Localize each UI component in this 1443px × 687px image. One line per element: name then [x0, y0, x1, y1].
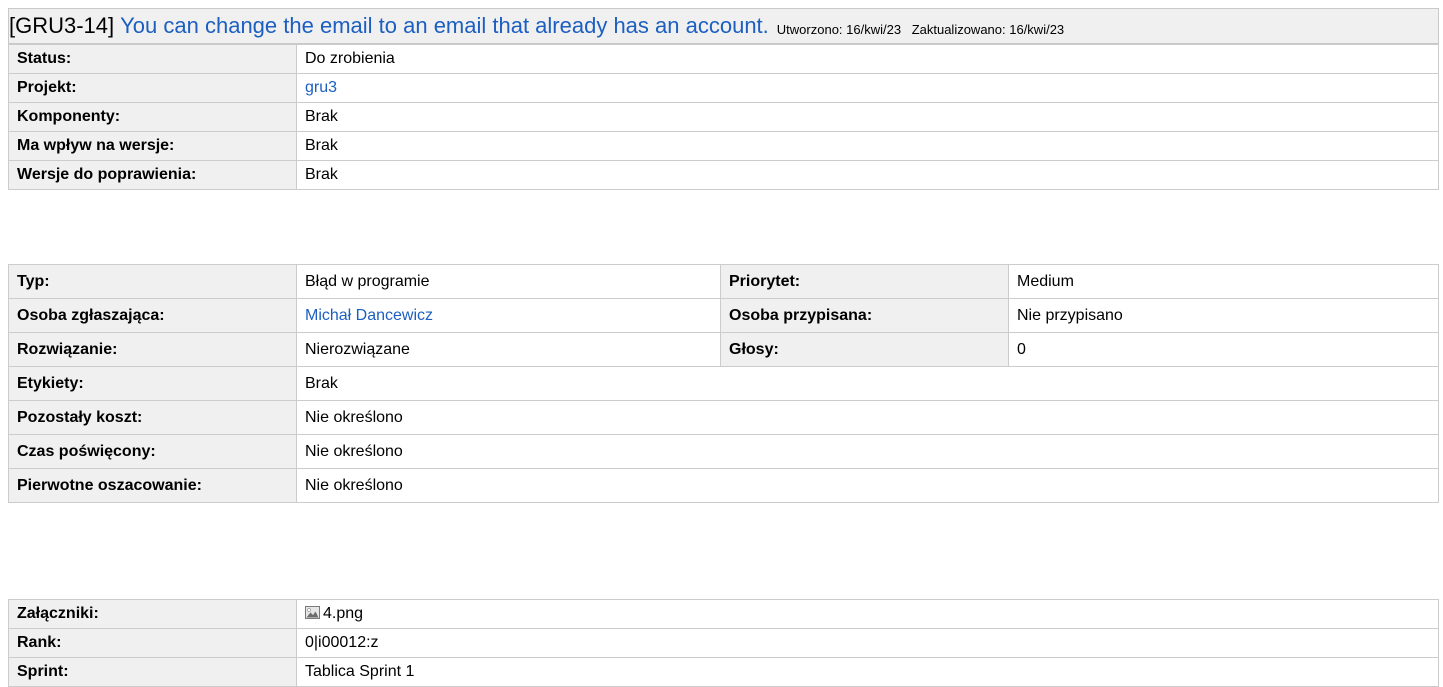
field-row-labels: Etykiety: Brak	[8, 366, 1439, 401]
field-row-project: Projekt: gru3	[8, 73, 1439, 103]
type-value: Błąd w programie	[296, 264, 721, 299]
field-row-attachments: Załączniki: 4.png	[8, 599, 1439, 629]
field-label: Osoba zgłaszająca:	[8, 298, 297, 333]
field-label: Rank:	[8, 628, 297, 658]
reporter-cell: Michał Dancewicz	[296, 298, 721, 333]
issue-page: [GRU3-14] You can change the email to an…	[0, 0, 1443, 687]
field-row-affects-versions: Ma wpływ na wersje: Brak	[8, 131, 1439, 161]
field-label: Typ:	[8, 264, 297, 299]
field-row-sprint: Sprint: Tablica Sprint 1	[8, 657, 1439, 687]
field-label: Rozwiązanie:	[8, 332, 297, 367]
project-link[interactable]: gru3	[305, 79, 337, 96]
main-fields-table: Status: Do zrobienia Projekt: gru3 Kompo…	[8, 44, 1439, 190]
attachment-link[interactable]: 4.png	[323, 605, 363, 622]
issue-dates: Utworzono: 16/kwi/23 Zaktualizowano: 16/…	[777, 22, 1064, 37]
field-label: Wersje do poprawienia:	[8, 160, 297, 190]
components-value: Brak	[296, 102, 1439, 132]
remaining-estimate-value: Nie określono	[296, 400, 1439, 435]
field-label: Czas poświęcony:	[8, 434, 297, 469]
field-row-time-spent: Czas poświęcony: Nie określono	[8, 434, 1439, 469]
updated-date: Zaktualizowano: 16/kwi/23	[911, 21, 1065, 37]
status-value: Do zrobienia	[296, 44, 1439, 74]
priority-value: Medium	[1008, 264, 1439, 299]
field-label: Komponenty:	[8, 102, 297, 132]
field-label: Głosy:	[720, 332, 1009, 367]
issue-key: [GRU3-14]	[9, 13, 115, 38]
field-row-fix-versions: Wersje do poprawienia: Brak	[8, 160, 1439, 190]
field-label: Etykiety:	[8, 366, 297, 401]
field-label: Sprint:	[8, 657, 297, 687]
field-label: Pierwotne oszacowanie:	[8, 468, 297, 503]
attachments-cell: 4.png	[296, 599, 1439, 629]
resolution-value: Nierozwiązane	[296, 332, 721, 367]
field-row-status: Status: Do zrobienia	[8, 44, 1439, 74]
project-cell: gru3	[296, 73, 1439, 103]
field-label: Osoba przypisana:	[720, 298, 1009, 333]
labels-value: Brak	[296, 366, 1439, 401]
field-row-components: Komponenty: Brak	[8, 102, 1439, 132]
field-label: Status:	[8, 44, 297, 74]
details-table: Typ: Błąd w programie Priorytet: Medium …	[8, 264, 1439, 503]
rank-value: 0|i00012:z	[296, 628, 1439, 658]
reporter-link[interactable]: Michał Dancewicz	[305, 307, 433, 324]
image-icon	[305, 606, 320, 619]
extra-fields-table: Załączniki: 4.png Rank: 0|i00012:z Sprin…	[8, 599, 1439, 687]
field-row-resolution-votes: Rozwiązanie: Nierozwiązane Głosy: 0	[8, 332, 1439, 367]
sprint-value: Tablica Sprint 1	[296, 657, 1439, 687]
original-estimate-value: Nie określono	[296, 468, 1439, 503]
field-label: Pozostały koszt:	[8, 400, 297, 435]
field-row-original-estimate: Pierwotne oszacowanie: Nie określono	[8, 468, 1439, 503]
field-label: Projekt:	[8, 73, 297, 103]
field-label: Priorytet:	[720, 264, 1009, 299]
assignee-value: Nie przypisano	[1008, 298, 1439, 333]
field-row-type-priority: Typ: Błąd w programie Priorytet: Medium	[8, 264, 1439, 299]
created-date: Utworzono: 16/kwi/23	[776, 21, 902, 37]
field-row-remaining-estimate: Pozostały koszt: Nie określono	[8, 400, 1439, 435]
issue-summary-link[interactable]: You can change the email to an email tha…	[120, 13, 769, 39]
field-row-reporter-assignee: Osoba zgłaszająca: Michał Dancewicz Osob…	[8, 298, 1439, 333]
time-spent-value: Nie określono	[296, 434, 1439, 469]
field-label: Załączniki:	[8, 599, 297, 629]
votes-value: 0	[1008, 332, 1439, 367]
field-row-rank: Rank: 0|i00012:z	[8, 628, 1439, 658]
fix-versions-value: Brak	[296, 160, 1439, 190]
issue-header: [GRU3-14] You can change the email to an…	[8, 8, 1439, 44]
field-label: Ma wpływ na wersje:	[8, 131, 297, 161]
affects-versions-value: Brak	[296, 131, 1439, 161]
